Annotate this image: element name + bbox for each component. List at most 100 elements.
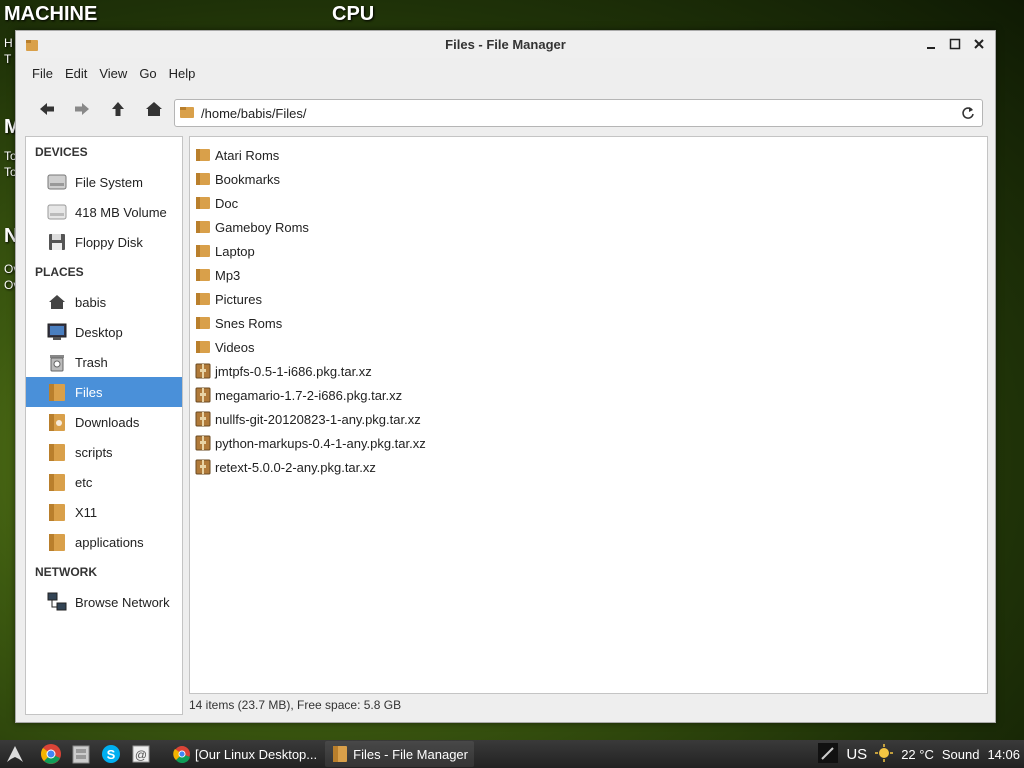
file-name: jmtpfs-0.5-1-i686.pkg.tar.xz — [215, 363, 372, 379]
sidebar-item-floppy-disk[interactable]: Floppy Disk — [26, 227, 182, 257]
task-chrome[interactable]: [Our Linux Desktop... — [167, 741, 323, 767]
chrome-launcher[interactable] — [39, 742, 63, 766]
sidebar-item-trash[interactable]: Trash — [26, 347, 182, 377]
menu-view[interactable]: View — [93, 62, 133, 85]
file-name: python-markups-0.4-1-any.pkg.tar.xz — [215, 435, 426, 451]
up-button[interactable] — [105, 97, 131, 121]
file-name: megamario-1.7-2-i686.pkg.tar.xz — [215, 387, 403, 403]
conky-text-fragment: H — [4, 36, 13, 50]
sidebar-item-downloads[interactable]: Downloads — [26, 407, 182, 437]
sidebar-item-files[interactable]: Files — [26, 377, 182, 407]
file-name: Doc — [215, 195, 239, 211]
menu-file[interactable]: File — [26, 62, 59, 85]
folder-item[interactable]: Pictures — [194, 287, 987, 311]
sidebar-header-devices: DEVICES — [35, 145, 88, 159]
sidebar-item-browse-network[interactable]: Browse Network — [26, 587, 182, 617]
keyboard-layout[interactable]: US — [846, 746, 867, 763]
file-cabinet-icon — [72, 745, 90, 764]
menu-go[interactable]: Go — [133, 62, 162, 85]
sidebar-item-label: File System — [75, 174, 143, 190]
skype-launcher[interactable]: S — [99, 742, 123, 766]
hard-drive-icon — [46, 171, 68, 193]
menu-bar: File Edit View Go Help — [16, 58, 995, 88]
folder-icon — [194, 315, 215, 331]
close-button[interactable] — [971, 35, 987, 53]
location-bar — [174, 99, 983, 127]
sidebar-item-label: applications — [75, 534, 144, 550]
sidebar-item-label: Desktop — [75, 324, 123, 340]
svg-text:@: @ — [135, 748, 147, 762]
menu-help[interactable]: Help — [163, 62, 202, 85]
reload-button[interactable] — [957, 102, 979, 124]
folder-item[interactable]: Snes Roms — [194, 311, 987, 335]
weather-temperature[interactable]: 22 °C — [901, 747, 934, 762]
folder-item[interactable]: Atari Roms — [194, 143, 987, 167]
file-item[interactable]: jmtpfs-0.5-1-i686.pkg.tar.xz — [194, 359, 987, 383]
menu-edit[interactable]: Edit — [59, 62, 93, 85]
folder-icon — [194, 267, 215, 283]
file-list: Atari Roms Bookmarks Doc Gameboy Roms Laptop… — [190, 137, 987, 479]
file-name: Atari Roms — [215, 147, 280, 163]
sidebar-item-label: Browse Network — [75, 594, 170, 610]
file-name: Videos — [215, 339, 255, 355]
sidebar: DEVICES File System 418 MB Volume Floppy… — [25, 136, 183, 715]
sidebar-header-network: NETWORK — [35, 565, 97, 579]
location-input[interactable] — [201, 105, 957, 121]
downloads-folder-icon — [46, 411, 68, 433]
file-name: retext-5.0.0-2-any.pkg.tar.xz — [215, 459, 376, 475]
home-icon — [46, 291, 68, 313]
skype-icon: S — [102, 745, 120, 763]
folder-item[interactable]: Mp3 — [194, 263, 987, 287]
file-item[interactable]: python-markups-0.4-1-any.pkg.tar.xz — [194, 431, 987, 455]
sidebar-item-babis[interactable]: babis — [26, 287, 182, 317]
task-file-manager[interactable]: Files - File Manager — [325, 741, 474, 767]
arrow-left-icon — [40, 103, 54, 115]
folder-icon — [194, 339, 215, 355]
folder-item[interactable]: Doc — [194, 191, 987, 215]
title-bar[interactable]: Files - File Manager — [16, 31, 995, 58]
file-item[interactable]: nullfs-git-20120823-1-any.pkg.tar.xz — [194, 407, 987, 431]
sidebar-item-applications[interactable]: applications — [26, 527, 182, 557]
folder-icon — [194, 195, 215, 211]
file-item[interactable]: megamario-1.7-2-i686.pkg.tar.xz — [194, 383, 987, 407]
clock[interactable]: 14:06 — [987, 747, 1020, 762]
file-name: Pictures — [215, 291, 262, 307]
weather-sun-icon[interactable] — [875, 743, 894, 765]
home-button[interactable] — [141, 97, 167, 121]
sound-indicator[interactable]: Sound — [942, 747, 980, 762]
folder-item[interactable]: Gameboy Roms — [194, 215, 987, 239]
folder-icon — [333, 746, 348, 762]
file-manager-launcher[interactable] — [69, 742, 93, 766]
sidebar-item-418mb-volume[interactable]: 418 MB Volume — [26, 197, 182, 227]
sidebar-item-scripts[interactable]: scripts — [26, 437, 182, 467]
folder-icon — [46, 381, 68, 403]
maximize-button[interactable] — [947, 35, 963, 53]
mail-launcher[interactable]: @ — [129, 742, 153, 766]
folder-item[interactable]: Bookmarks — [194, 167, 987, 191]
arrow-right-icon — [75, 103, 89, 115]
file-name: nullfs-git-20120823-1-any.pkg.tar.xz — [215, 411, 421, 427]
sidebar-item-file-system[interactable]: File System — [26, 167, 182, 197]
arch-menu-button[interactable] — [3, 742, 27, 766]
sidebar-item-label: scripts — [75, 444, 113, 460]
pen-icon[interactable] — [818, 742, 839, 766]
forward-button[interactable] — [69, 97, 95, 121]
back-button[interactable] — [34, 97, 60, 121]
folder-item[interactable]: Laptop — [194, 239, 987, 263]
minimize-icon — [927, 47, 935, 49]
reload-icon — [962, 107, 974, 119]
sidebar-item-desktop[interactable]: Desktop — [26, 317, 182, 347]
file-item[interactable]: retext-5.0.0-2-any.pkg.tar.xz — [194, 455, 987, 479]
sidebar-item-etc[interactable]: etc — [26, 467, 182, 497]
conky-cpu-heading: CPU — [332, 3, 375, 25]
chrome-icon — [41, 744, 61, 764]
file-name: Bookmarks — [215, 171, 281, 187]
folder-item[interactable]: Videos — [194, 335, 987, 359]
folder-icon — [46, 471, 68, 493]
removable-drive-icon — [46, 201, 68, 223]
sidebar-item-x11[interactable]: X11 — [26, 497, 182, 527]
minimize-button[interactable] — [923, 35, 939, 53]
folder-icon — [46, 531, 68, 553]
arrow-up-icon — [112, 102, 124, 116]
folder-icon — [194, 171, 215, 187]
